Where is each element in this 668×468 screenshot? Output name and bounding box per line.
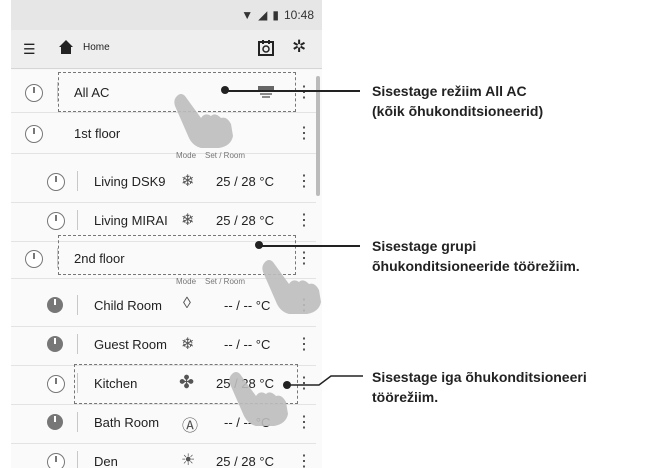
power-icon[interactable] — [47, 375, 65, 393]
temperature: -- / -- °C — [224, 337, 271, 352]
row-label: Den — [94, 454, 118, 468]
power-icon[interactable] — [47, 212, 65, 230]
battery-icon: ▮ — [272, 8, 279, 22]
divider — [77, 295, 78, 315]
more-icon[interactable]: ⋮ — [296, 334, 312, 354]
callout-all-ac: Sisestage režiim All AC (kõik õhukondits… — [372, 81, 543, 121]
sun-icon: ☀ — [181, 452, 196, 468]
mode-column-header: Mode — [176, 151, 197, 160]
power-icon[interactable] — [25, 125, 43, 143]
more-icon[interactable]: ⋮ — [296, 412, 312, 432]
temperature: 25 / 28 °C — [216, 174, 274, 189]
more-icon[interactable]: ⋮ — [296, 210, 312, 230]
list-item-guest-room[interactable]: Guest Room ❄ -- / -- °C ⋮ — [11, 325, 316, 366]
wifi-icon: ▼ — [241, 8, 254, 22]
set-room-column-header: Set / Room — [205, 151, 246, 160]
callout-line-1: Sisestage režiim All AC — [372, 83, 527, 99]
pointer-hand-icon — [262, 260, 321, 314]
power-icon[interactable] — [47, 414, 63, 430]
scrollbar[interactable] — [316, 76, 320, 196]
callout-group: Sisestage grupi õhukonditsioneeride töör… — [372, 236, 580, 276]
power-icon[interactable] — [47, 453, 65, 468]
pointer-hand-icon — [229, 372, 288, 426]
callout-individual: Sisestage iga õhukonditsioneeri töörežii… — [372, 367, 587, 407]
pointer-hand-icon — [174, 94, 233, 148]
status-bar: ▼ ◢ ▮ 10:48 — [11, 0, 322, 30]
schedule-icon[interactable] — [257, 39, 275, 57]
power-icon[interactable] — [47, 297, 63, 313]
power-icon[interactable] — [47, 173, 65, 191]
gear-icon[interactable]: ✲ — [292, 37, 306, 57]
more-icon[interactable]: ⋮ — [296, 82, 312, 102]
row-label: 1st floor — [74, 126, 121, 141]
snowflake-icon: ❄ — [181, 336, 195, 353]
app-bar: ☰ Home ✲ — [11, 30, 322, 69]
callout-line-1: Sisestage grupi — [372, 238, 477, 254]
callout-line — [259, 245, 360, 247]
more-icon[interactable]: ⋮ — [296, 123, 312, 143]
row-label: Bath Room — [94, 415, 160, 430]
list-item-group-1st-floor[interactable]: 1st floor ⋮ — [11, 113, 316, 154]
clock: 10:48 — [283, 8, 314, 22]
row-label: Guest Room — [94, 337, 167, 352]
drop-icon: ◊ — [183, 295, 191, 312]
signal-icon: ◢ — [258, 8, 268, 22]
callout-line-2: õhukonditsioneeride töörežiim. — [372, 258, 580, 274]
row-label: Living DSK9 — [94, 174, 166, 189]
more-icon[interactable]: ⋮ — [296, 451, 312, 468]
snowflake-icon: ❄ — [181, 212, 195, 229]
ac-list: All AC ⋮ 1st floor ⋮ Mode Set / Room Liv… — [11, 70, 322, 468]
home-icon[interactable] — [58, 39, 74, 55]
temperature: 25 / 28 °C — [216, 454, 274, 468]
divider — [77, 412, 78, 432]
snowflake-icon: ❄ — [181, 173, 195, 190]
list-item-den[interactable]: Den ☀ 25 / 28 °C ⋮ — [11, 442, 316, 468]
callout-line-2: (kõik õhukonditsioneerid) — [372, 103, 544, 119]
phone-screen: ▼ ◢ ▮ 10:48 ☰ Home ✲ All AC ⋮ 1st floor … — [11, 0, 322, 468]
power-icon[interactable] — [25, 250, 43, 268]
divider — [77, 171, 78, 191]
row-label: Living MIRAI — [94, 213, 168, 228]
auto-icon: Ⓐ — [182, 418, 199, 435]
power-icon[interactable] — [47, 336, 63, 352]
callout-line-2: töörežiim. — [372, 389, 439, 405]
temperature: 25 / 28 °C — [216, 213, 274, 228]
row-label: Child Room — [94, 298, 162, 313]
power-icon[interactable] — [25, 84, 43, 102]
set-room-column-header: Set / Room — [205, 277, 246, 286]
more-icon[interactable]: ⋮ — [296, 171, 312, 191]
divider — [77, 334, 78, 354]
page-title: Home — [83, 42, 110, 53]
mode-column-header: Mode — [176, 277, 197, 286]
callout-line-1: Sisestage iga õhukonditsioneeri — [372, 369, 587, 385]
list-item-living-dsk9[interactable]: Living DSK9 ❄ 25 / 28 °C ⋮ — [11, 162, 316, 203]
list-menu-icon[interactable]: ☰ — [23, 41, 36, 58]
divider — [77, 210, 78, 230]
callout-line — [225, 90, 360, 92]
callout-line — [287, 375, 363, 386]
divider — [77, 451, 78, 468]
